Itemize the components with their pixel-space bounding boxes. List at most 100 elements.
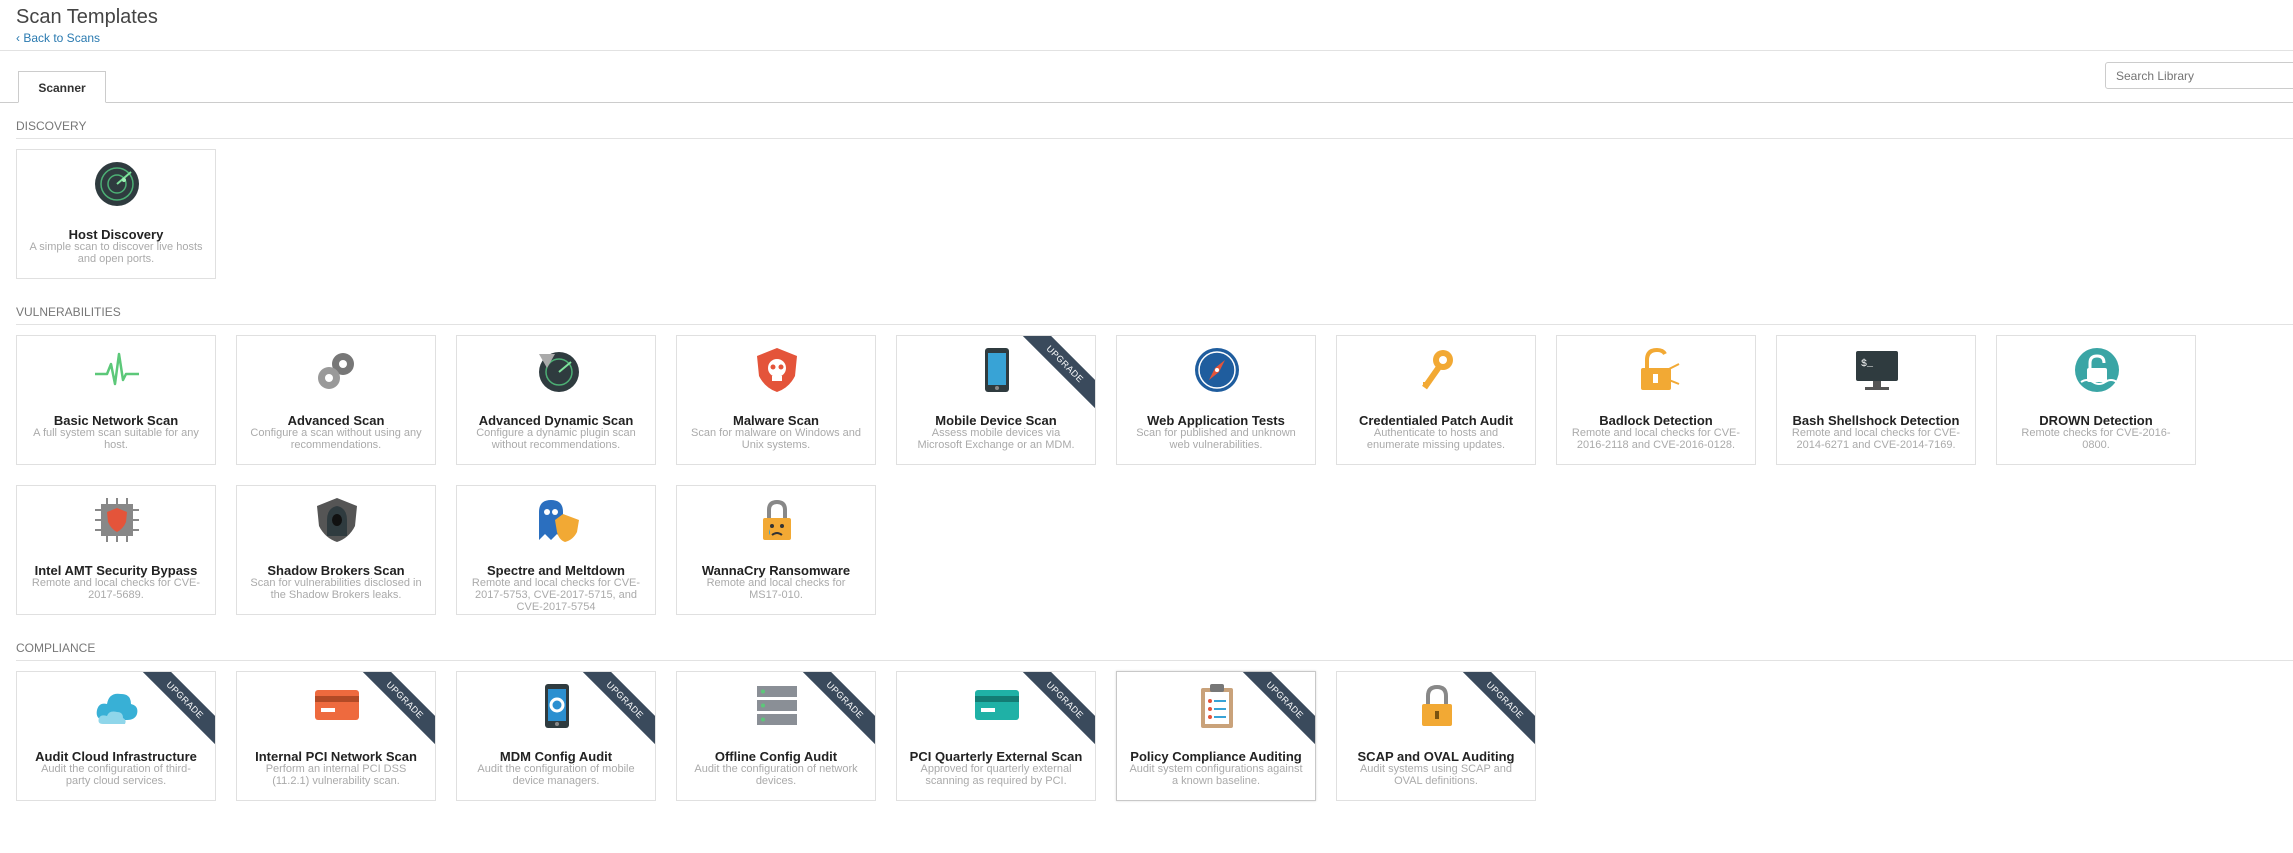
crying-lock-icon [753,496,801,544]
template-card[interactable]: Offline Config Audit Audit the configurat… [676,671,876,801]
template-name: Web Application Tests [1147,413,1285,428]
template-description: Configure a dynamic plugin scan without … [476,427,636,451]
template-name: Basic Network Scan [53,413,179,428]
template-card[interactable]: WannaCry Ransomware Remote and local chec… [676,485,876,615]
ghost-shield-icon [533,496,581,544]
template-description: Remote checks for CVE-2016-0800. [2021,427,2171,451]
template-description: Perform an internal PCI DSS (11.2.1) vul… [265,763,407,787]
template-card[interactable]: Internal PCI Network Scan Perform an inte… [236,671,436,801]
template-description: Authenticate to hosts and enumerate miss… [1366,427,1506,451]
template-description: Audit systems using SCAP and OVAL defini… [1359,763,1513,787]
template-description: Scan for published and unknown web vulne… [1136,427,1296,451]
template-card[interactable]: Advanced Scan Configure a scan without us… [236,335,436,465]
template-description: A full system scan suitable for any host… [33,427,199,451]
template-card[interactable]: Shadow Brokers Scan Scan for vulnerabilit… [236,485,436,615]
template-name: Credentialed Patch Audit [1358,413,1514,428]
section-label-discovery: DISCOVERY [16,119,87,133]
back-to-scans-link[interactable]: ‹ Back to Scans [16,31,100,45]
template-description: Remote and local checks for CVE-2017-568… [31,577,201,601]
template-description: Approved for quarterly external scanning… [920,763,1072,787]
template-card[interactable]: MDM Config Audit Audit the configuration … [456,671,656,801]
svg-text:$_: $_ [1861,358,1874,370]
section-divider [16,324,2293,325]
template-description: Assess mobile devices via Microsoft Exch… [917,427,1075,451]
hooded-figure-icon [313,496,361,544]
template-description: Remote and local checks for CVE-2014-627… [1791,427,1961,451]
template-card[interactable]: Malware Scan Scan for malware on Windows … [676,335,876,465]
upgrade-ribbon: Upgrade [1013,672,1095,754]
template-card[interactable]: PCI Quarterly External Scan Approved for … [896,671,1096,801]
upgrade-label: Upgrade [355,672,435,750]
template-name: Advanced Dynamic Scan [478,413,634,428]
template-card[interactable]: Mobile Device Scan Assess mobile devices … [896,335,1096,465]
radar-icon [93,160,141,208]
template-card[interactable]: Host Discovery A simple scan to discover … [16,149,216,279]
upgrade-ribbon: Upgrade [353,672,435,754]
template-card[interactable]: Policy Compliance Auditing Audit system c… [1116,671,1316,801]
template-name: Malware Scan [733,413,819,428]
broken-lock-icon [1633,346,1681,394]
compass-icon [1193,346,1241,394]
template-name: WannaCry Ransomware [701,563,851,578]
upgrade-label: Upgrade [795,672,875,750]
template-description: A simple scan to discover live hosts and… [29,241,203,265]
keys-icon [1413,346,1461,394]
template-card[interactable]: Advanced Dynamic Scan Configure a dynamic… [456,335,656,465]
template-card[interactable]: DROWN Detection Remote checks for CVE-201… [1996,335,2196,465]
template-description: Audit system configurations against a kn… [1129,763,1303,787]
template-card[interactable]: Spectre and Meltdown Remote and local che… [456,485,656,615]
template-card[interactable]: Web Application Tests Scan for published … [1116,335,1316,465]
upgrade-label: Upgrade [1235,672,1315,750]
section-divider [16,660,2293,661]
pulse-icon [93,346,141,394]
upgrade-ribbon: Upgrade [1013,336,1095,418]
template-description: Remote and local checks for CVE-2017-575… [471,577,641,613]
template-card[interactable]: SCAP and OVAL Auditing Audit systems usin… [1336,671,1536,801]
tab-bar-line [0,102,2293,103]
page-title: Scan Templates [16,6,158,28]
upgrade-ribbon: Upgrade [573,672,655,754]
template-description: Scan for vulnerabilities disclosed in th… [250,577,422,601]
upgrade-ribbon: Upgrade [133,672,215,754]
template-card[interactable]: Badlock Detection Remote and local checks… [1556,335,1756,465]
upgrade-label: Upgrade [1015,672,1095,750]
skull-shield-icon [753,346,801,394]
tab-scanner[interactable]: Scanner [18,71,106,103]
search-library-input[interactable] [2105,62,2293,89]
header-divider [0,50,2293,51]
template-description: Remote and local checks for CVE-2016-211… [1571,427,1741,451]
template-description: Scan for malware on Windows and Unix sys… [691,427,861,451]
template-name: Badlock Detection [1599,413,1713,428]
template-description: Configure a scan without using any recom… [250,427,422,451]
section-label-vulnerabilities: VULNERABILITIES [16,305,121,319]
template-name: Intel AMT Security Bypass [34,563,198,578]
template-name: Spectre and Meltdown [487,563,625,578]
template-description: Audit the configuration of mobile device… [477,763,635,787]
template-card[interactable]: Basic Network Scan A full system scan sui… [16,335,216,465]
upgrade-ribbon: Upgrade [1453,672,1535,754]
upgrade-ribbon: Upgrade [793,672,875,754]
template-name: Bash Shellshock Detection [1792,413,1960,428]
template-card[interactable]: Audit Cloud Infrastructure Audit the conf… [16,671,216,801]
template-name: Advanced Scan [287,413,385,428]
upgrade-label: Upgrade [575,672,655,750]
template-description: Remote and local checks for MS17-010. [706,577,846,601]
template-description: Audit the configuration of third-party c… [41,763,191,787]
section-divider [16,138,2293,139]
template-name: Shadow Brokers Scan [267,563,405,578]
template-description: Audit the configuration of network devic… [694,763,858,787]
template-card[interactable]: Credentialed Patch Audit Authenticate to … [1336,335,1536,465]
chip-shield-icon [93,496,141,544]
template-card[interactable]: $_ Bash Shellshock Detection Remote and lo… [1776,335,1976,465]
upgrade-label: Upgrade [1015,336,1095,414]
template-card[interactable]: Intel AMT Security Bypass Remote and loca… [16,485,216,615]
section-label-compliance: COMPLIANCE [16,641,96,655]
template-name: DROWN Detection [2039,413,2153,428]
dynamic-radar-icon [533,346,581,394]
template-name: Host Discovery [68,227,164,242]
upgrade-label: Upgrade [135,672,215,750]
upgrade-ribbon: Upgrade [1233,672,1315,754]
upgrade-label: Upgrade [1455,672,1535,750]
drown-lock-icon [2073,346,2121,394]
gears-icon [313,346,361,394]
